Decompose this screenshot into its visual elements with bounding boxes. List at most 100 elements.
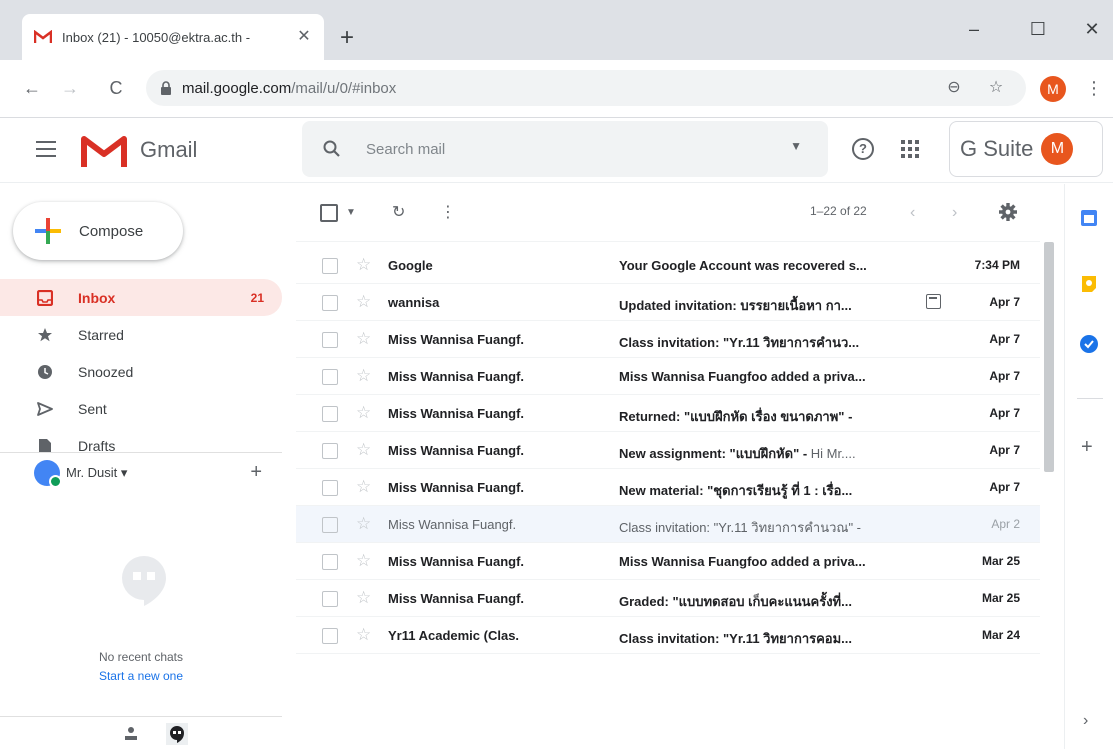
row-star-icon[interactable]: ☆ (356, 551, 371, 571)
minimize-button[interactable]: – (954, 14, 994, 44)
email-row[interactable]: ☆ Google Your Google Account was recover… (296, 247, 1040, 284)
mail-list-scrollbar[interactable] (1044, 242, 1054, 472)
row-star-icon[interactable]: ☆ (356, 514, 371, 534)
address-bar[interactable]: mail.google.com/mail/u/0/#inbox ⊖ ☆ (146, 70, 1026, 106)
older-page-chevron-icon[interactable]: › (952, 202, 957, 224)
email-row[interactable]: ☆ Miss Wannisa Fuangf. Graded: "แบบทดสอบ… (296, 580, 1040, 617)
row-checkbox[interactable] (322, 295, 338, 311)
email-row[interactable]: ☆ Miss Wannisa Fuangf. Class invitation:… (296, 321, 1040, 358)
email-date: Apr 7 (989, 295, 1020, 309)
browser-menu-icon[interactable]: ⋮ (1082, 76, 1106, 100)
sidebar-item-inbox[interactable]: Inbox 21 (0, 279, 282, 316)
keep-addon-icon[interactable] (1079, 274, 1099, 294)
search-icon[interactable] (322, 139, 342, 159)
close-window-button[interactable]: ✕ (1072, 14, 1112, 44)
email-subject: Updated invitation: บรรยายเนื้อหา กา... (619, 298, 852, 313)
tab-title: Inbox (21) - 10050@ektra.ac.th - (62, 29, 251, 45)
maximize-button[interactable]: ☐ (1018, 14, 1058, 44)
select-options-caret-icon[interactable]: ▼ (346, 202, 356, 224)
row-checkbox[interactable] (322, 258, 338, 274)
select-all-checkbox[interactable] (320, 204, 338, 222)
forward-arrow-icon[interactable]: → (58, 76, 82, 100)
email-row[interactable]: ☆ Miss Wannisa Fuangf. Class invitation:… (296, 506, 1040, 543)
search-options-caret-icon[interactable]: ▼ (790, 139, 802, 153)
row-star-icon[interactable]: ☆ (356, 292, 371, 312)
more-options-icon[interactable]: ⋮ (440, 202, 456, 224)
help-icon[interactable]: ? (852, 138, 874, 160)
account-avatar[interactable]: M (1041, 133, 1074, 165)
hangouts-chat-icon[interactable] (166, 723, 188, 745)
hangouts-avatar[interactable] (34, 459, 62, 488)
email-row[interactable]: ☆ Miss Wannisa Fuangf. Miss Wannisa Fuan… (296, 358, 1040, 395)
email-subject: Miss Wannisa Fuangfoo added a priva... (619, 554, 866, 569)
sidebar-item-sent[interactable]: Sent (0, 390, 282, 427)
gmail-favicon-icon (34, 29, 54, 45)
row-star-icon[interactable]: ☆ (356, 440, 371, 460)
email-subject: Your Google Account was recovered s... (619, 258, 867, 273)
sidebar-item-snoozed[interactable]: Snoozed (0, 353, 282, 390)
email-subject: Miss Wannisa Fuangfoo added a priva... (619, 369, 866, 384)
row-checkbox[interactable] (322, 369, 338, 385)
reload-icon[interactable]: C (104, 76, 128, 100)
row-checkbox[interactable] (322, 480, 338, 496)
compose-button[interactable]: Compose (13, 202, 183, 260)
row-checkbox[interactable] (322, 443, 338, 459)
email-row[interactable]: ☆ Miss Wannisa Fuangf. New assignment: "… (296, 432, 1040, 469)
email-subject: New material: "ชุดการเรียนรู้ ที่ 1 : เร… (619, 483, 853, 498)
refresh-icon[interactable]: ↻ (392, 202, 405, 224)
row-star-icon[interactable]: ☆ (356, 403, 371, 423)
row-star-icon[interactable]: ☆ (356, 366, 371, 386)
get-addons-plus-icon[interactable]: + (1081, 436, 1093, 459)
row-checkbox[interactable] (322, 554, 338, 570)
start-new-chat-link[interactable]: Start a new one (0, 669, 282, 683)
expand-panel-chevron-icon[interactable]: › (1083, 712, 1088, 730)
tasks-addon-icon[interactable] (1079, 334, 1099, 354)
browser-profile-avatar[interactable]: M (1040, 76, 1066, 102)
email-date: Apr 2 (991, 517, 1020, 531)
sidebar-item-label: Sent (78, 400, 107, 417)
gsuite-account-switcher[interactable]: G Suite M (949, 121, 1103, 177)
hangouts-user-name[interactable]: Mr. Dusit ▾ (66, 465, 250, 481)
search-input[interactable] (366, 140, 786, 158)
gmail-logo-icon[interactable] (80, 133, 128, 169)
email-row[interactable]: ☆ Miss Wannisa Fuangf. New material: "ชุ… (296, 469, 1040, 506)
google-apps-icon[interactable] (901, 140, 919, 158)
settings-gear-icon[interactable] (998, 202, 1018, 224)
row-checkbox[interactable] (322, 628, 338, 644)
hangouts-user-bar[interactable]: Mr. Dusit ▾ + (0, 452, 282, 492)
browser-toolbar: ← → C mail.google.com/mail/u/0/#inbox ⊖ … (0, 60, 1113, 118)
calendar-addon-icon[interactable] (1079, 208, 1099, 228)
email-date: 7:34 PM (974, 258, 1020, 272)
main-menu-icon[interactable] (36, 141, 56, 157)
email-subject: Graded: "แบบทดสอบ เก็บคะแนนครั้งที่... (619, 594, 852, 609)
zoom-icon[interactable]: ⊖ (942, 76, 966, 100)
sidebar-item-starred[interactable]: Starred (0, 316, 282, 353)
email-date: Apr 7 (989, 406, 1020, 420)
email-row[interactable]: ☆ wannisa Updated invitation: บรรยายเนื้… (296, 284, 1040, 321)
row-checkbox[interactable] (322, 406, 338, 422)
new-tab-button[interactable]: + (340, 26, 354, 50)
addon-side-panel: + › (1064, 184, 1113, 749)
row-checkbox[interactable] (322, 591, 338, 607)
email-subject: New assignment: "แบบฝึกหัด" - Hi Mr.... (619, 443, 913, 464)
row-checkbox[interactable] (322, 332, 338, 348)
row-checkbox[interactable] (322, 517, 338, 533)
row-star-icon[interactable]: ☆ (356, 477, 371, 497)
row-star-icon[interactable]: ☆ (356, 625, 371, 645)
row-star-icon[interactable]: ☆ (356, 255, 371, 275)
contacts-person-icon[interactable] (120, 723, 142, 745)
bookmark-star-icon[interactable]: ☆ (984, 76, 1008, 100)
row-star-icon[interactable]: ☆ (356, 329, 371, 349)
tab-close-icon[interactable]: ✕ (294, 27, 314, 47)
back-arrow-icon[interactable]: ← (20, 76, 44, 100)
email-row[interactable]: ☆ Yr11 Academic (Clas. Class invitation:… (296, 617, 1040, 654)
browser-tab-inbox[interactable]: Inbox (21) - 10050@ektra.ac.th - ✕ (22, 14, 324, 60)
add-chat-icon[interactable]: + (250, 461, 262, 484)
row-star-icon[interactable]: ☆ (356, 588, 371, 608)
email-row[interactable]: ☆ Miss Wannisa Fuangf. Returned: "แบบฝึก… (296, 395, 1040, 432)
email-row[interactable]: ☆ Miss Wannisa Fuangf. Miss Wannisa Fuan… (296, 543, 1040, 580)
no-recent-chats-text: No recent chats (98, 650, 184, 664)
mail-list-panel: ▼ ↻ ⋮ 1–22 of 22 ‹ › ☆ Google Your Googl… (296, 184, 1058, 749)
newer-page-chevron-icon[interactable]: ‹ (910, 202, 915, 224)
search-bar[interactable]: ▼ (302, 121, 828, 177)
